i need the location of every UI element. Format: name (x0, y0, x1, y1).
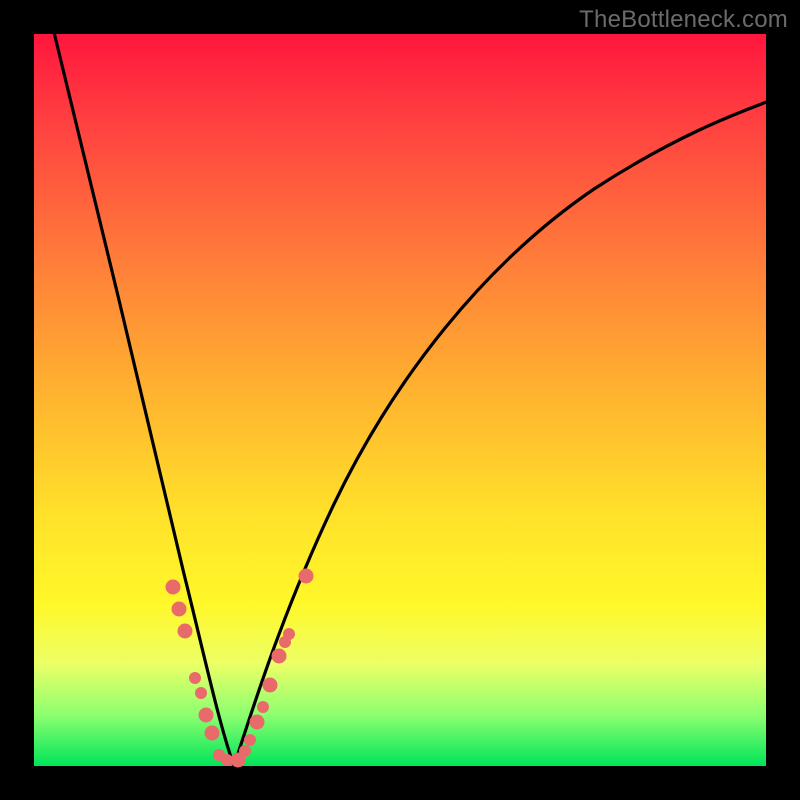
data-point (189, 672, 201, 684)
data-point (263, 678, 278, 693)
data-point (272, 649, 287, 664)
data-point (257, 701, 269, 713)
data-point (178, 624, 193, 639)
data-point (239, 745, 251, 757)
data-point (166, 580, 181, 595)
data-point (283, 628, 295, 640)
data-point (205, 726, 220, 741)
left-curve (52, 34, 234, 766)
watermark-text: TheBottleneck.com (579, 6, 788, 34)
data-point (250, 715, 265, 730)
data-point (172, 602, 187, 617)
chart-frame: TheBottleneck.com (0, 0, 800, 800)
data-point (195, 687, 207, 699)
data-point (199, 708, 214, 723)
plot-area (34, 34, 766, 766)
data-point (244, 734, 256, 746)
curve-layer (34, 34, 766, 766)
right-curve (234, 100, 766, 766)
data-point (299, 569, 314, 584)
